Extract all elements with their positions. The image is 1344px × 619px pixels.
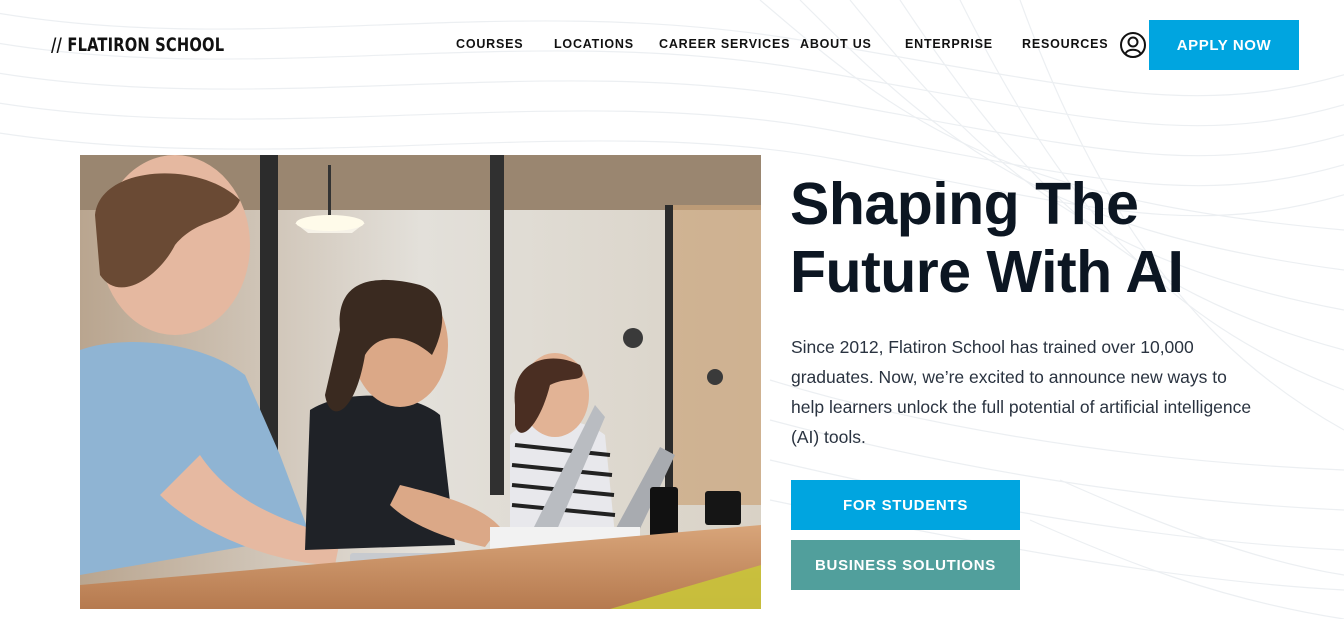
nav-about-us[interactable]: ABOUT US (800, 37, 872, 51)
nav-career-services[interactable]: CAREER SERVICES (659, 37, 790, 51)
hero-title: Shaping The Future With AI (790, 170, 1290, 306)
hero-text-block: Shaping The Future With AI Since 2012, F… (790, 170, 1290, 452)
hero-description: Since 2012, Flatiron School has trained … (791, 337, 1252, 447)
nav-locations[interactable]: LOCATIONS (554, 37, 634, 51)
nav-courses[interactable]: COURSES (456, 37, 523, 51)
business-solutions-button[interactable]: BUSINESS SOLUTIONS (791, 540, 1020, 590)
nav-enterprise[interactable]: ENTERPRISE (905, 37, 993, 51)
site-header: // FLATIRON SCHOOL COURSES LOCATIONS CAR… (0, 0, 1344, 90)
user-account-icon[interactable] (1119, 31, 1147, 59)
hero-title-line-2: Future With AI (790, 239, 1184, 305)
hero-title-line-1: Shaping The (790, 171, 1139, 237)
flatiron-school-logo[interactable]: // FLATIRON SCHOOL (51, 34, 224, 56)
for-students-button[interactable]: FOR STUDENTS (791, 480, 1020, 530)
apply-now-button[interactable]: APPLY NOW (1149, 20, 1299, 70)
hero-photo (80, 155, 761, 609)
nav-resources[interactable]: RESOURCES (1022, 37, 1108, 51)
students-at-table-image (80, 155, 761, 609)
